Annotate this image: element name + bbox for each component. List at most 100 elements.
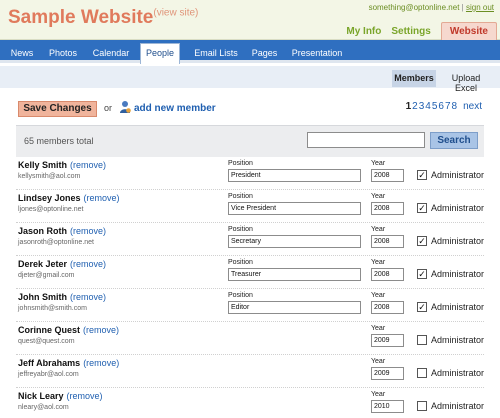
member-row: John Smith (remove) johnsmith@smith.com P… <box>16 289 484 322</box>
tab-calendar[interactable]: Calendar <box>90 44 132 63</box>
subtab-upload-excel[interactable]: Upload Excel <box>441 70 491 93</box>
year-label: Year <box>371 391 386 398</box>
position-label: Position <box>228 259 253 266</box>
position-input[interactable]: Editor <box>228 301 361 314</box>
tab-presentation[interactable]: Presentation <box>290 44 344 63</box>
tab-email-lists[interactable]: Email Lists <box>191 44 241 63</box>
member-row: Corinne Quest (remove) quest@quest.com Ye… <box>16 322 484 355</box>
admin-checkbox[interactable]: ✓ <box>417 236 427 246</box>
admin-checkbox[interactable]: ✓ <box>417 302 427 312</box>
members-list: Kelly Smith (remove) kellysmith@aol.com P… <box>16 157 484 418</box>
admin-label: Administrator <box>431 401 485 411</box>
remove-member-link[interactable]: (remove) <box>84 193 120 203</box>
subtab-members[interactable]: Members <box>392 70 436 87</box>
year-input[interactable]: 2008 <box>371 235 404 248</box>
page-7[interactable]: 7 <box>445 101 451 112</box>
year-input[interactable]: 2008 <box>371 301 404 314</box>
page-5[interactable]: 5 <box>432 101 438 112</box>
member-email: jeffreyabr@aol.com <box>18 371 79 378</box>
page-1[interactable]: 1 <box>406 101 412 112</box>
remove-member-link[interactable]: (remove) <box>70 259 106 269</box>
member-name: Jeff Abrahams <box>18 358 81 368</box>
admin-checkbox[interactable] <box>417 368 427 378</box>
member-email: quest@quest.com <box>18 338 75 345</box>
tab-news[interactable]: News <box>6 44 38 63</box>
pagination: 12345678 next <box>405 101 482 112</box>
next-page-link[interactable]: next <box>463 101 482 112</box>
user-info-separator: | <box>461 3 464 12</box>
member-name: Nick Leary <box>18 391 64 401</box>
page-3[interactable]: 3 <box>419 101 425 112</box>
member-email: jasonroth@optonline.net <box>18 239 94 246</box>
year-label: Year <box>371 160 386 167</box>
sub-tab-bar: Members Upload Excel <box>0 66 500 93</box>
remove-member-link[interactable]: (remove) <box>83 358 119 368</box>
remove-member-link[interactable]: (remove) <box>70 226 106 236</box>
admin-label: Administrator <box>431 368 485 378</box>
year-input[interactable]: 2008 <box>371 169 404 182</box>
member-name: Jason Roth <box>18 226 68 236</box>
year-label: Year <box>371 226 386 233</box>
search-button[interactable]: Search <box>430 132 478 149</box>
save-changes-button[interactable]: Save Changes <box>18 101 97 117</box>
admin-checkbox[interactable]: ✓ <box>417 203 427 213</box>
member-email: johnsmith@smith.com <box>18 305 87 312</box>
year-input[interactable]: 2009 <box>371 334 404 347</box>
add-new-member-link[interactable]: add new member <box>134 103 216 114</box>
site-header: Sample Website(view site) something@opto… <box>0 0 500 40</box>
year-input[interactable]: 2010 <box>371 400 404 413</box>
site-title-text: Sample Website <box>8 7 154 28</box>
member-email: ljones@optonline.net <box>18 206 84 213</box>
member-row: Derek Jeter (remove) djeter@gmail.com Pos… <box>16 256 484 289</box>
remove-member-link[interactable]: (remove) <box>70 160 106 170</box>
year-label: Year <box>371 325 386 332</box>
page-8[interactable]: 8 <box>452 101 458 112</box>
position-input[interactable]: Vice President <box>228 202 361 215</box>
admin-checkbox[interactable] <box>417 335 427 345</box>
remove-member-link[interactable]: (remove) <box>83 325 119 335</box>
position-label: Position <box>228 193 253 200</box>
position-label: Position <box>228 292 253 299</box>
position-input[interactable]: Treasurer <box>228 268 361 281</box>
my-info-link[interactable]: My Info <box>346 26 381 40</box>
admin-label: Administrator <box>431 170 485 180</box>
remove-member-link[interactable]: (remove) <box>70 292 106 302</box>
member-email: djeter@gmail.com <box>18 272 75 279</box>
members-summary-bar: 65 members total Search <box>16 125 484 157</box>
top-nav: My Info Settings Website <box>346 21 500 40</box>
website-tab[interactable]: Website <box>440 22 497 40</box>
member-email: nleary@aol.com <box>18 404 69 411</box>
person-icon[interactable] <box>119 100 131 114</box>
remove-member-link[interactable]: (remove) <box>67 391 103 401</box>
admin-label: Administrator <box>431 236 485 246</box>
year-input[interactable]: 2009 <box>371 367 404 380</box>
tab-pages[interactable]: Pages <box>249 44 280 63</box>
year-input[interactable]: 2008 <box>371 202 404 215</box>
member-row: Jeff Abrahams (remove) jeffreyabr@aol.com… <box>16 355 484 388</box>
sign-out-link[interactable]: sign out <box>466 3 494 12</box>
page-2[interactable]: 2 <box>412 101 418 112</box>
page-6[interactable]: 6 <box>438 101 444 112</box>
position-input[interactable]: President <box>228 169 361 182</box>
page-4[interactable]: 4 <box>425 101 431 112</box>
settings-link[interactable]: Settings <box>391 26 430 40</box>
admin-checkbox[interactable] <box>417 401 427 411</box>
position-label: Position <box>228 160 253 167</box>
tab-photos[interactable]: Photos <box>45 44 81 63</box>
member-row: Kelly Smith (remove) kellysmith@aol.com P… <box>16 157 484 190</box>
position-input[interactable]: Secretary <box>228 235 361 248</box>
main-tab-bar: News Photos Calendar People Email Lists … <box>0 40 500 64</box>
view-site-link[interactable]: (view site) <box>153 8 198 19</box>
admin-checkbox[interactable]: ✓ <box>417 170 427 180</box>
user-email: something@optonline.net <box>368 3 460 12</box>
search-input[interactable] <box>307 132 425 148</box>
members-total: 65 members total <box>24 136 94 146</box>
member-name: Corinne Quest <box>18 325 81 335</box>
year-input[interactable]: 2008 <box>371 268 404 281</box>
member-name: Derek Jeter <box>18 259 68 269</box>
position-label: Position <box>228 226 253 233</box>
year-label: Year <box>371 193 386 200</box>
tab-people[interactable]: People <box>140 43 180 64</box>
or-text: or <box>104 103 113 113</box>
admin-checkbox[interactable]: ✓ <box>417 269 427 279</box>
